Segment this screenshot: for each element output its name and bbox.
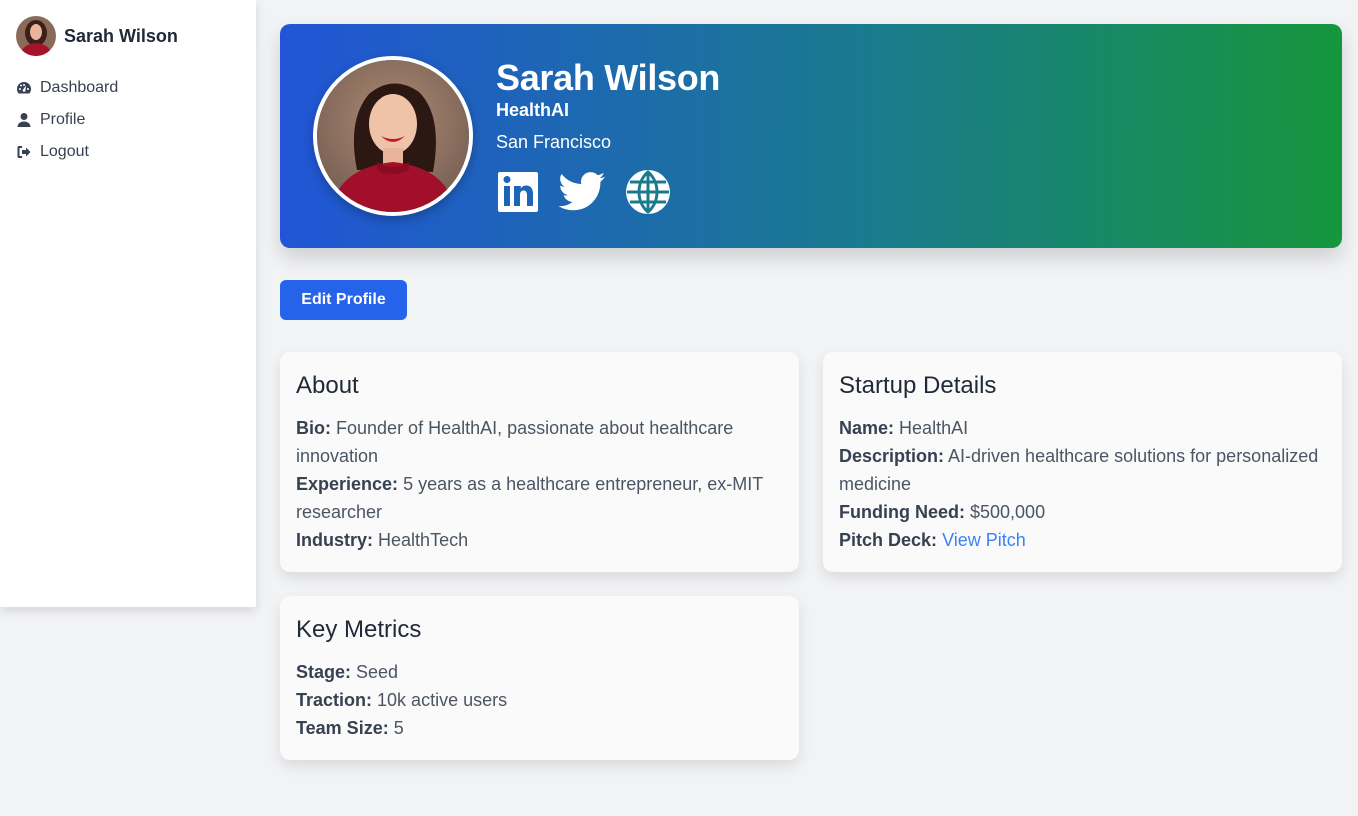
profile-company: HealthAI [496, 100, 570, 120]
sidebar-item-label: Profile [40, 111, 86, 128]
logout-icon [16, 144, 32, 160]
globe-icon[interactable] [624, 168, 672, 216]
profile-avatar [313, 56, 473, 216]
edit-profile-button[interactable]: Edit Profile [280, 280, 407, 320]
traction-row: Traction: 10k active users [296, 686, 783, 714]
startup-name-value: HealthAI [899, 418, 969, 438]
profile-location: San Francisco [496, 132, 612, 152]
funding-label: Funding Need: [839, 502, 965, 522]
startup-name-label: Name: [839, 418, 895, 438]
description-row: Description: AI-driven healthcare soluti… [839, 442, 1326, 498]
experience-label: Experience: [296, 474, 399, 494]
funding-row: Funding Need: $500,000 [839, 498, 1326, 526]
profile-header: Sarah Wilson HealthAI San Francisco [280, 24, 1342, 248]
main-content: Sarah Wilson HealthAI San Francisco Edit… [280, 24, 1342, 760]
industry-row: Industry: HealthTech [296, 526, 783, 554]
card-title: About [296, 372, 359, 399]
sidebar-item-logout[interactable]: Logout [16, 136, 240, 168]
user-avatar-icon [16, 16, 56, 56]
sidebar-item-label: Logout [40, 143, 89, 160]
sidebar: Sarah Wilson Dashboard Profile Logout [0, 0, 256, 607]
avatar [16, 16, 56, 56]
profile-info: Sarah Wilson HealthAI San Francisco [496, 58, 720, 216]
stage-label: Stage: [296, 662, 352, 682]
sidebar-user-name: Sarah Wilson [64, 25, 178, 46]
social-links [496, 168, 720, 216]
card-title: Startup Details [839, 372, 997, 399]
industry-label: Industry: [296, 530, 374, 550]
user-avatar-icon [317, 60, 469, 212]
bio-label: Bio: [296, 418, 331, 438]
stage-value: Seed [356, 662, 399, 682]
sidebar-nav: Dashboard Profile Logout [16, 72, 240, 168]
pitch-label: Pitch Deck: [839, 530, 938, 550]
card-title: Key Metrics [296, 616, 422, 643]
startup-name-row: Name: HealthAI [839, 414, 1326, 442]
stage-row: Stage: Seed [296, 658, 783, 686]
gauge-icon [16, 80, 32, 96]
about-card: About Bio: Founder of HealthAI, passiona… [280, 352, 799, 572]
profile-name: Sarah Wilson [496, 57, 721, 98]
traction-label: Traction: [296, 690, 373, 710]
traction-value: 10k active users [377, 690, 508, 710]
pitch-row: Pitch Deck: View Pitch [839, 526, 1326, 554]
sidebar-user: Sarah Wilson [16, 16, 240, 56]
startup-details-card: Startup Details Name: HealthAI Descripti… [823, 352, 1342, 572]
sidebar-item-label: Dashboard [40, 79, 119, 96]
sidebar-item-dashboard[interactable]: Dashboard [16, 72, 240, 104]
experience-row: Experience: 5 years as a healthcare entr… [296, 470, 783, 526]
funding-value: $500,000 [970, 502, 1046, 522]
bio-value: Founder of HealthAI, passionate about he… [296, 418, 734, 466]
team-size-value: 5 [393, 718, 404, 738]
key-metrics-card: Key Metrics Stage: Seed Traction: 10k ac… [280, 596, 799, 760]
view-pitch-link[interactable]: View Pitch [942, 530, 1026, 550]
industry-value: HealthTech [378, 530, 469, 550]
description-label: Description: [839, 446, 945, 466]
bio-row: Bio: Founder of HealthAI, passionate abo… [296, 414, 783, 470]
user-icon [16, 112, 32, 128]
sidebar-item-profile[interactable]: Profile [16, 104, 240, 136]
twitter-icon[interactable] [558, 172, 606, 212]
team-size-label: Team Size: [296, 718, 389, 738]
linkedin-icon[interactable] [496, 170, 540, 214]
team-size-row: Team Size: 5 [296, 714, 783, 742]
